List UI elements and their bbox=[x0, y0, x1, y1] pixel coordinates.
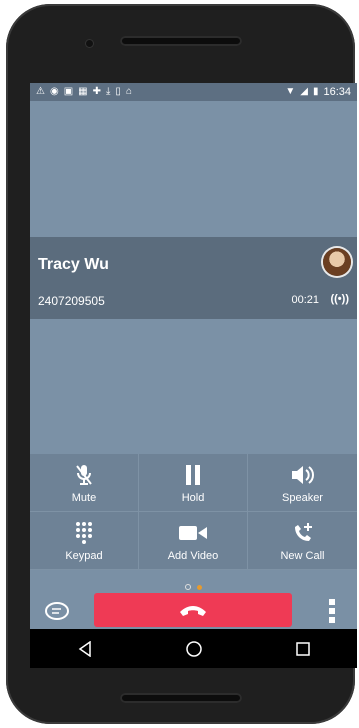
speaker-button[interactable]: Speaker bbox=[248, 454, 357, 512]
chat-button[interactable] bbox=[44, 601, 70, 621]
bottom-speaker bbox=[120, 693, 242, 703]
page-indicator bbox=[30, 577, 357, 590]
back-icon bbox=[78, 640, 91, 657]
download-icon: ⤓ bbox=[106, 86, 111, 97]
add-video-label: Add Video bbox=[167, 549, 219, 562]
recents-button[interactable] bbox=[283, 641, 323, 656]
status-icons-right: ▼ ◢ ▮ 16:34 bbox=[285, 83, 357, 101]
gallery-icon: ▦ bbox=[78, 86, 88, 97]
more-options-button[interactable] bbox=[329, 599, 335, 623]
speaker-label: Speaker bbox=[282, 491, 323, 504]
call-background-top bbox=[30, 101, 357, 237]
mute-icon bbox=[74, 462, 94, 488]
back-button[interactable] bbox=[65, 640, 105, 657]
hold-label: Hold bbox=[181, 491, 205, 504]
hold-button[interactable]: Hold bbox=[139, 454, 248, 512]
chat-icon bbox=[45, 602, 69, 620]
wifi-icon: ▼ bbox=[285, 86, 296, 97]
contact-number: 2407209505 bbox=[38, 294, 105, 308]
home-button[interactable] bbox=[174, 640, 214, 658]
mute-label: Mute bbox=[71, 491, 97, 504]
screen: ⚠ ◉ ▣ ▦ ✚ ⤓ ▯ ⌂ ▼ ◢ ▮ 16:34 Tracy Wu 240… bbox=[30, 83, 357, 668]
earpiece-speaker bbox=[120, 36, 242, 46]
contact-bar: Tracy Wu 2407209505 00:21 ((•)) bbox=[30, 237, 357, 319]
keypad-icon bbox=[74, 520, 94, 546]
new-call-button[interactable]: New Call bbox=[248, 512, 357, 570]
action-row bbox=[30, 593, 357, 629]
call-audio-icon: ((•)) bbox=[330, 293, 349, 305]
battery-icon: ▮ bbox=[312, 86, 319, 97]
navigation-bar bbox=[30, 629, 357, 668]
add-video-button[interactable]: Add Video bbox=[139, 512, 248, 570]
briefcase-icon: ⌂ bbox=[125, 86, 132, 97]
phone-frame: ⚠ ◉ ▣ ▦ ✚ ⤓ ▯ ⌂ ▼ ◢ ▮ 16:34 Tracy Wu 240… bbox=[6, 4, 357, 724]
new-call-label: New Call bbox=[280, 549, 325, 562]
more-vertical-icon bbox=[329, 599, 335, 623]
add-call-icon bbox=[291, 520, 315, 546]
keypad-button[interactable]: Keypad bbox=[30, 512, 139, 570]
call-controls: Mute Hold Speaker Keypad Add Video New C… bbox=[30, 454, 357, 570]
voicemail-icon: ◉ bbox=[49, 86, 59, 97]
puzzle-icon: ✚ bbox=[92, 86, 101, 97]
home-icon bbox=[185, 640, 202, 657]
status-icons-left: ⚠ ◉ ▣ ▦ ✚ ⤓ ▯ ⌂ bbox=[30, 83, 132, 101]
call-duration: 00:21 bbox=[291, 294, 319, 306]
avatar[interactable] bbox=[323, 248, 351, 276]
recents-icon bbox=[295, 641, 310, 656]
mute-button[interactable]: Mute bbox=[30, 454, 139, 512]
contact-name: Tracy Wu bbox=[38, 256, 109, 273]
hold-icon bbox=[184, 462, 202, 488]
signal-icon: ◢ bbox=[300, 86, 308, 97]
clock: 16:34 bbox=[323, 86, 351, 98]
page-dot-active[interactable] bbox=[197, 585, 203, 590]
video-icon bbox=[178, 520, 208, 546]
hangup-icon bbox=[180, 606, 206, 616]
keypad-label: Keypad bbox=[65, 549, 103, 562]
call-background-bottom bbox=[30, 319, 357, 454]
message-icon: ▣ bbox=[63, 86, 74, 97]
download-box-icon: ▯ bbox=[115, 86, 121, 97]
end-call-button[interactable] bbox=[94, 593, 292, 627]
status-bar: ⚠ ◉ ▣ ▦ ✚ ⤓ ▯ ⌂ ▼ ◢ ▮ 16:34 bbox=[30, 83, 357, 101]
front-camera bbox=[86, 40, 93, 47]
page-dot-inactive[interactable] bbox=[184, 584, 191, 590]
warning-icon: ⚠ bbox=[36, 86, 45, 97]
speaker-icon bbox=[290, 462, 316, 488]
